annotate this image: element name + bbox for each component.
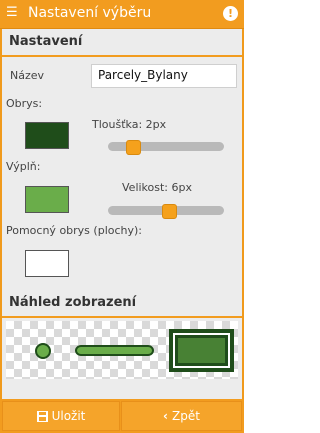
settings-panel: ☰ Nastavení výběru ! Nastavení Název Par… (0, 0, 244, 433)
preview-heading-text: Náhled zobrazení (9, 295, 137, 310)
preview-polygon-fill (178, 338, 225, 363)
aux-outline-color-swatch[interactable] (25, 250, 69, 277)
preview-graphic (35, 329, 234, 372)
save-button-label: Uložit (51, 409, 86, 423)
name-input[interactable]: Parcely_Bylany (91, 64, 237, 88)
back-button[interactable]: ‹ Zpět (121, 401, 242, 431)
preview-line (75, 345, 154, 356)
info-icon[interactable]: ! (223, 6, 238, 21)
footer-bar: Uložit ‹ Zpět (0, 399, 244, 433)
window-title: Nastavení výběru (28, 5, 152, 21)
preview-heading: Náhled zobrazení (2, 290, 242, 318)
outline-label: Obrys: (6, 97, 43, 110)
thickness-slider-thumb[interactable] (125, 140, 141, 155)
size-slider-thumb[interactable] (161, 204, 177, 219)
fill-label: Výplň: (6, 160, 41, 173)
settings-heading: Nastavení (2, 29, 242, 57)
settings-content: Nastavení Název Parcely_Bylany Obrys: Tl… (2, 29, 242, 399)
chevron-left-icon: ‹ (163, 409, 168, 423)
size-label: Velikost: 6px (122, 181, 192, 194)
menu-icon[interactable]: ☰ (6, 6, 20, 20)
outline-color-swatch[interactable] (25, 122, 69, 149)
save-button[interactable]: Uložit (2, 401, 120, 431)
back-button-label: Zpět (172, 409, 200, 423)
settings-heading-text: Nastavení (9, 34, 83, 49)
aux-outline-label: Pomocný obrys (plochy): (6, 224, 143, 237)
preview-point (35, 343, 51, 359)
name-label: Název (10, 69, 45, 82)
thickness-label: Tloušťka: 2px (92, 118, 167, 131)
preview-area (6, 321, 238, 379)
fill-color-swatch[interactable] (25, 186, 69, 213)
floppy-disk-icon (36, 410, 48, 422)
title-bar: ☰ Nastavení výběru ! (0, 0, 244, 29)
